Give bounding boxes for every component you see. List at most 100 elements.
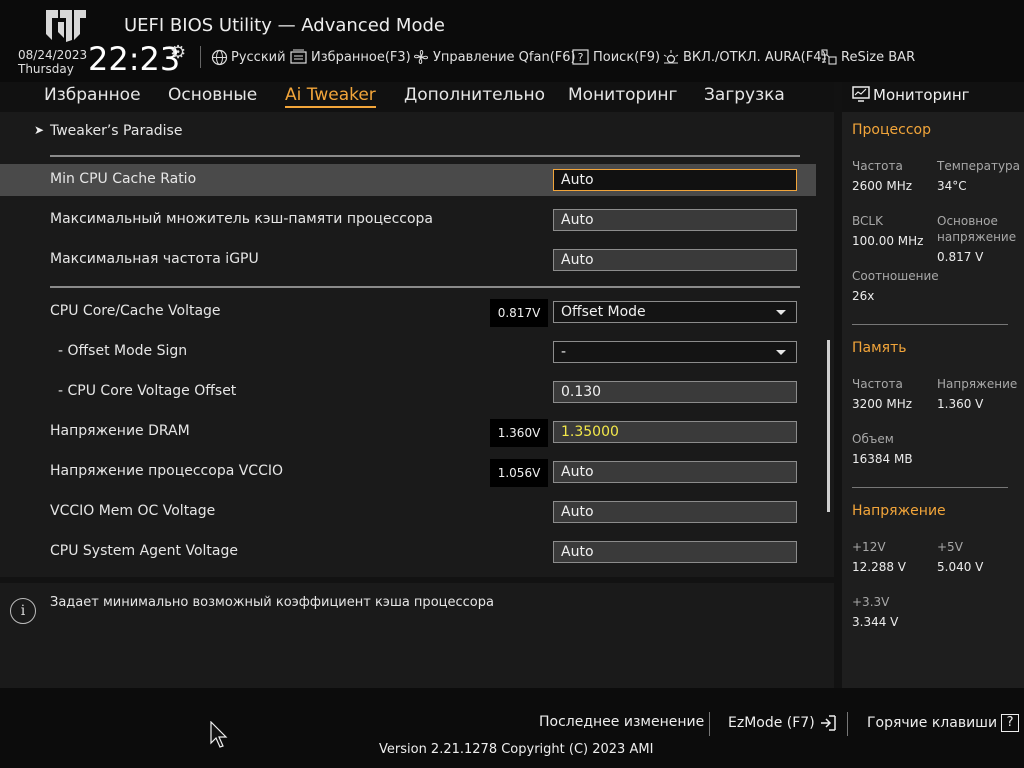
mem-voltage-value: 1.360 V (937, 397, 984, 411)
tab-boot[interactable]: Загрузка (704, 85, 785, 105)
setting-label-dram-voltage: Напряжение DRAM (50, 423, 190, 439)
cpu-temp-value: 34°C (937, 179, 967, 193)
favorites-f3-button[interactable]: Избранное(F3) (290, 48, 411, 66)
cpu-core-cache-voltage-select[interactable]: Offset Mode (553, 301, 797, 323)
language-label: Русский (231, 49, 286, 65)
favorites-icon (290, 49, 307, 64)
tab-ai-tweaker[interactable]: Ai Tweaker (285, 85, 376, 108)
cpu-temp-label: Температура (937, 159, 1021, 173)
aura-icon (663, 50, 679, 64)
last-modified-button[interactable]: Последнее изменение (539, 714, 704, 730)
vccio-voltage-input[interactable]: Auto (553, 461, 797, 483)
v12-label: +12V (852, 540, 886, 554)
submenu-arrow-icon: ➤ (34, 123, 45, 137)
setting-label-max-cpu-cache-ratio: Максимальный множитель кэш-памяти процес… (50, 211, 434, 227)
aura-toggle-button[interactable]: ВКЛ./ОТКЛ. AURA(F4) (662, 48, 827, 66)
dram-voltage-input[interactable]: 1.35000 (553, 421, 797, 443)
vccio-mem-oc-voltage-input[interactable]: Auto (553, 501, 797, 523)
resize-bar-label: ReSize BAR (841, 49, 916, 65)
setting-label-cpu-core-voltage-offset: - CPU Core Voltage Offset (58, 383, 237, 399)
offset-mode-sign-select[interactable]: - (553, 341, 797, 363)
setting-label-system-agent-voltage: CPU System Agent Voltage (50, 543, 238, 559)
language-button[interactable]: Русский (211, 48, 286, 66)
resize-bar-icon (821, 49, 837, 65)
memory-section-heading: Память (852, 340, 907, 356)
bclk-label: BCLK (852, 214, 883, 228)
offset-mode-sign-value: - (561, 344, 567, 360)
globe-icon (211, 49, 228, 65)
mem-freq-value: 3200 MHz (852, 397, 913, 411)
mouse-pointer-icon (210, 721, 228, 748)
monitor-divider (852, 324, 1008, 325)
max-cpu-cache-ratio-input[interactable]: Auto (553, 209, 797, 231)
tab-advanced[interactable]: Дополнительно (404, 85, 545, 105)
tab-monitor[interactable]: Мониторинг (568, 85, 677, 105)
help-description: Задает минимально возможный коэффициент … (50, 595, 494, 610)
aura-toggle-label: ВКЛ./ОТКЛ. AURA(F4) (683, 49, 827, 65)
tab-favorites[interactable]: Избранное (44, 85, 141, 105)
v33-value: 3.344 V (852, 615, 899, 629)
mem-size-value: 16384 MB (852, 452, 913, 466)
setting-label-vccio-mem-oc-voltage: VCCIO Mem OC Voltage (50, 503, 216, 519)
clock-time[interactable]: 22:23 (88, 40, 180, 78)
toolbar-divider (200, 46, 201, 68)
ratio-label: Соотношение (852, 269, 939, 283)
v5-value: 5.040 V (937, 560, 984, 574)
cpu-core-cache-voltage-value: Offset Mode (561, 304, 646, 320)
version-text: Version 2.21.1278 Copyright (C) 2023 AMI (379, 742, 654, 757)
monitor-icon (852, 86, 870, 102)
core-voltage-label: Основное напряжение (937, 214, 1017, 244)
setting-label-offset-mode-sign: - Offset Mode Sign (58, 343, 188, 359)
chevron-down-icon (776, 310, 786, 315)
footer-divider (847, 712, 848, 736)
settings-scrollbar[interactable] (827, 340, 830, 512)
mem-size-label: Объем (852, 432, 894, 446)
max-igpu-freq-input[interactable]: Auto (553, 249, 797, 271)
weekday-text: Thursday (18, 62, 74, 76)
system-agent-voltage-input[interactable]: Auto (553, 541, 797, 563)
cpu-core-voltage-offset-input[interactable]: 0.130 (553, 381, 797, 403)
cpu-core-voltage-readout: 0.817V (490, 299, 548, 327)
section-divider (50, 155, 800, 157)
v5-label: +5V (937, 540, 963, 554)
qfan-control-button[interactable]: Управление Qfan(F6) (412, 48, 576, 66)
search-f9-button[interactable]: ? Поиск(F9) (572, 48, 660, 66)
v12-value: 12.288 V (852, 560, 907, 574)
tab-main[interactable]: Основные (168, 85, 257, 105)
monitor-title: Мониторинг (873, 86, 970, 104)
vccio-voltage-readout: 1.056V (490, 459, 548, 487)
date-display: 08/24/2023 Thursday (18, 48, 87, 76)
bclk-value: 100.00 MHz (852, 234, 924, 248)
footer-divider (709, 712, 710, 736)
help-question-icon: ? (572, 49, 589, 65)
info-icon: i (10, 598, 36, 624)
ratio-value: 26x (852, 289, 875, 303)
core-voltage-value: 0.817 V (937, 250, 984, 264)
exit-to-ezmode-icon (820, 715, 836, 731)
min-cpu-cache-ratio-input[interactable]: Auto (553, 169, 797, 191)
hotkeys-button[interactable]: Горячие клавиши ? (867, 714, 1020, 732)
ezmode-button[interactable]: EzMode (F7) (728, 714, 838, 732)
v33-label: +3.3V (852, 595, 890, 609)
setting-label-vccio-voltage: Напряжение процессора VCCIO (50, 463, 284, 479)
resize-bar-button[interactable]: ReSize BAR (820, 48, 915, 66)
submenu-tweakers-paradise[interactable]: Tweaker’s Paradise (50, 123, 182, 139)
cpu-freq-value: 2600 MHz (852, 179, 913, 193)
mem-voltage-label: Напряжение (937, 377, 1018, 391)
qfan-control-label: Управление Qfan(F6) (433, 49, 576, 65)
hotkeys-label: Горячие клавиши (867, 715, 998, 731)
search-f9-label: Поиск(F9) (593, 49, 661, 65)
tuf-logo (46, 10, 86, 42)
svg-text:?: ? (578, 51, 584, 64)
monitor-divider (852, 487, 1008, 488)
cpu-freq-label: Частота (852, 159, 903, 173)
app-title: UEFI BIOS Utility — Advanced Mode (124, 15, 445, 36)
section-divider (50, 286, 800, 288)
favorites-f3-label: Избранное(F3) (311, 49, 411, 65)
ezmode-label: EzMode (F7) (728, 715, 815, 731)
voltage-section-heading: Напряжение (852, 503, 946, 519)
mem-freq-label: Частота (852, 377, 903, 391)
cpu-section-heading: Процессор (852, 122, 931, 138)
clock-settings-gear-icon[interactable]: ⚙ (170, 42, 186, 63)
setting-label-min-cpu-cache-ratio: Min CPU Cache Ratio (50, 171, 197, 187)
